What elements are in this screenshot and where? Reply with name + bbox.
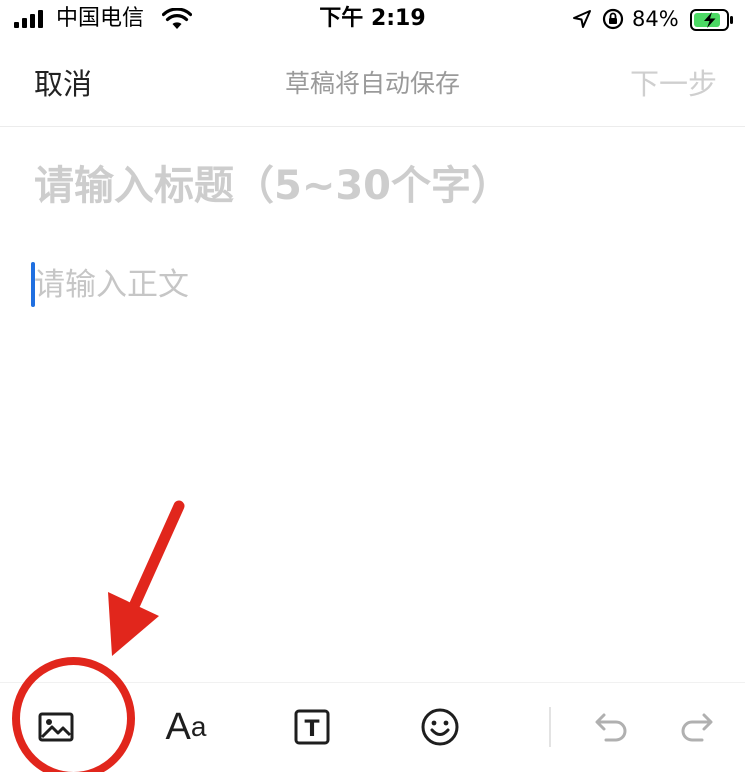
text-box-icon: T (294, 709, 330, 745)
body-input[interactable]: 请输入正文 (34, 262, 189, 308)
location-arrow-icon (573, 10, 591, 28)
emoji-button[interactable] (416, 703, 464, 751)
text-box-letter: T (304, 717, 319, 742)
undo-button[interactable] (588, 703, 636, 751)
nav-bar: 取消 草稿将自动保存 下一步 (0, 50, 745, 127)
image-icon (38, 712, 74, 742)
next-step-button[interactable]: 下一步 (630, 64, 717, 104)
editor-screen: 中国电信 下午 2:19 84% 取消 草稿将自动保存 下一步 请输入标题（5~… (0, 0, 745, 772)
annotation-arrow (108, 500, 185, 656)
toolbar-divider (549, 707, 551, 747)
emoji-icon (421, 708, 459, 746)
battery-percent: 84% (632, 7, 679, 31)
font-style-label-big: A (165, 706, 191, 748)
font-style-label-small: a (190, 711, 207, 742)
text-box-button[interactable]: T (288, 703, 336, 751)
font-style-button[interactable]: Aa (160, 703, 212, 751)
editor-toolbar: Aa T (0, 682, 745, 772)
redo-button[interactable] (672, 703, 720, 751)
title-input[interactable]: 请输入标题（5~30个字） (34, 158, 724, 214)
undo-icon (595, 713, 627, 742)
insert-image-button[interactable] (32, 703, 80, 751)
redo-icon (681, 713, 713, 742)
orientation-lock-icon (602, 8, 624, 30)
status-bar: 中国电信 下午 2:19 84% (0, 0, 745, 40)
battery-charging-icon (690, 9, 733, 31)
